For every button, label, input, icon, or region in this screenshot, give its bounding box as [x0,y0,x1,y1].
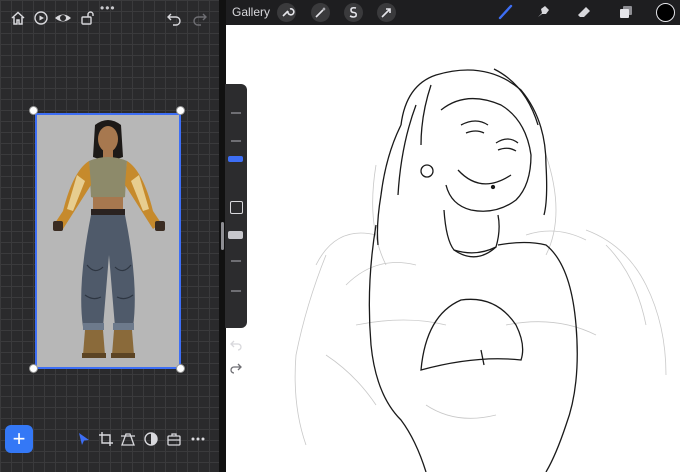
brush-size-slider[interactable] [228,94,243,182]
resize-handle-top-right[interactable] [176,106,185,115]
brush-icon[interactable] [497,3,515,21]
resize-handle-top-left[interactable] [29,106,38,115]
resize-handle-bottom-right[interactable] [176,364,185,373]
magic-wand-button[interactable] [311,3,330,22]
drawing-canvas[interactable] [226,25,680,472]
undo-icon[interactable] [166,10,182,26]
sidebar-undo-icon[interactable] [229,338,243,352]
selection-button[interactable] [344,3,363,22]
magic-wand-icon [315,7,326,18]
color-swatch[interactable] [656,3,675,22]
reference-image[interactable] [35,113,181,369]
selection-s-icon [349,6,358,18]
unlock-icon[interactable] [79,10,95,26]
opacity-slider[interactable] [228,224,243,319]
split-view-grip[interactable] [221,222,224,250]
crop-icon[interactable] [99,432,113,446]
wrench-icon [282,8,295,17]
redo-icon[interactable] [192,10,208,26]
sidebar-redo-icon[interactable] [229,361,243,375]
more-icon[interactable] [191,432,205,446]
gallery-button[interactable]: Gallery [232,5,270,19]
smudge-icon[interactable] [534,3,552,21]
character-figure [53,120,165,358]
panel-more-handle[interactable]: ••• [100,1,116,15]
resize-handle-bottom-left[interactable] [29,364,38,373]
modify-button[interactable] [230,201,243,214]
transform-arrow-icon [381,8,391,18]
layers-icon[interactable] [617,3,635,21]
reference-panel: ••• [0,0,219,472]
sketch-drawing [294,68,667,472]
perspective-icon[interactable] [121,432,135,446]
select-arrow-icon[interactable] [77,432,91,446]
adjust-icon[interactable] [144,432,158,446]
home-icon[interactable] [10,10,26,26]
add-button[interactable]: + [5,425,33,453]
canvas-toolbar: Gallery [226,0,680,25]
transform-button[interactable] [377,3,396,22]
brush-sliders-panel [225,84,247,351]
toolbox-icon[interactable] [167,432,181,446]
eraser-icon[interactable] [575,3,593,21]
play-icon[interactable] [33,10,49,26]
eye-icon[interactable] [54,10,72,26]
wrench-button[interactable] [277,3,296,22]
